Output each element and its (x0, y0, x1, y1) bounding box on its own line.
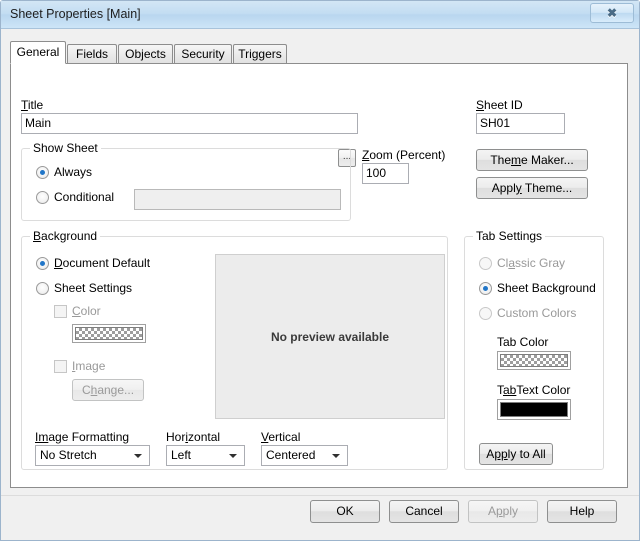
general-tab-panel: Title Main ... Show Sheet Always Conditi… (10, 63, 628, 488)
radio-sheet-background-label: Sheet Background (497, 281, 596, 295)
vertical-label: Vertical (261, 430, 301, 444)
chevron-down-icon (134, 453, 142, 458)
background-color-swatch[interactable] (72, 324, 146, 343)
sheet-id-input[interactable]: SH01 (476, 113, 565, 134)
vertical-value: Centered (266, 448, 316, 462)
chevron-down-icon (332, 453, 340, 458)
apply-button[interactable]: Apply (468, 500, 538, 523)
tab-strip: General Fields Objects Security Triggers (10, 41, 628, 64)
checkbox-indicator-icon (54, 305, 67, 318)
horizontal-value: Left (171, 448, 192, 462)
title-field-label: Title (21, 98, 44, 112)
close-icon: ✖ (606, 6, 618, 20)
change-image-button[interactable]: Change... (72, 379, 144, 401)
tab-triggers[interactable]: Triggers (233, 44, 287, 63)
title-bar: Sheet Properties [Main] ✖ (1, 1, 639, 29)
image-formatting-value: No Stretch (40, 448, 97, 462)
preview-placeholder-text: No preview available (270, 329, 390, 344)
tab-color-label: Tab Color (497, 335, 549, 349)
checkbox-indicator-icon (54, 360, 67, 373)
radio-indicator-icon (479, 307, 492, 320)
tab-security[interactable]: Security (174, 44, 232, 63)
transparent-checker-icon (75, 327, 143, 340)
help-button[interactable]: Help (547, 500, 617, 523)
radio-show-always-label: Always (54, 165, 93, 179)
background-group-label: Background (30, 229, 101, 243)
radio-sheet-settings-label: Sheet Settings (54, 281, 133, 295)
cancel-button[interactable]: Cancel (389, 500, 459, 523)
tab-text-color-label: TabText Color (497, 383, 571, 397)
radio-indicator-icon (36, 282, 49, 295)
chevron-down-icon (229, 453, 237, 458)
radio-indicator-icon (479, 282, 492, 295)
radio-classic-gray-label: Classic Gray (497, 256, 566, 270)
transparent-checker-icon (500, 354, 568, 367)
image-formatting-select[interactable]: No Stretch (35, 445, 150, 466)
show-sheet-group-label: Show Sheet (30, 141, 101, 155)
apply-theme-button[interactable]: Apply Theme... (476, 177, 588, 199)
radio-indicator-icon (36, 257, 49, 270)
tab-settings-group: Tab Settings Classic Gray Sheet Backgrou… (464, 229, 604, 470)
radio-custom-colors-label: Custom Colors (497, 306, 577, 320)
conditional-expression-input[interactable] (134, 189, 341, 210)
tab-color-swatch[interactable] (497, 351, 571, 370)
footer-separator (1, 495, 639, 496)
title-input[interactable]: Main (21, 113, 358, 134)
zoom-percent-input[interactable]: 100 (362, 163, 409, 184)
tab-general[interactable]: General (10, 41, 66, 64)
tab-settings-group-label: Tab Settings (473, 229, 546, 243)
apply-to-all-button[interactable]: Apply to All (479, 443, 553, 465)
radio-indicator-icon (36, 191, 49, 204)
radio-indicator-icon (479, 257, 492, 270)
sheet-id-label: Sheet ID (476, 98, 523, 112)
checkbox-background-image-label: Image (72, 359, 106, 373)
theme-maker-button[interactable]: Theme Maker... (476, 149, 588, 171)
show-sheet-group: Show Sheet Always Conditional (21, 141, 351, 221)
radio-indicator-icon (36, 166, 49, 179)
sheet-properties-dialog: Sheet Properties [Main] ✖ General Fields… (0, 0, 640, 541)
zoom-percent-label: Zoom (Percent) (362, 148, 446, 162)
horizontal-select[interactable]: Left (166, 445, 245, 466)
window-title: Sheet Properties [Main] (10, 7, 141, 21)
tab-text-color-swatch[interactable] (497, 399, 571, 420)
vertical-select[interactable]: Centered (261, 445, 348, 466)
image-formatting-label: Image Formatting (35, 430, 130, 444)
ok-button[interactable]: OK (310, 500, 380, 523)
radio-show-conditional-label: Conditional (54, 190, 115, 204)
horizontal-label: Horizontal (166, 430, 221, 444)
dialog-client-area: General Fields Objects Security Triggers… (1, 29, 639, 540)
tab-fields[interactable]: Fields (67, 44, 117, 63)
black-swatch-icon (500, 402, 568, 417)
background-preview-panel: No preview available (215, 254, 445, 419)
tab-objects[interactable]: Objects (118, 44, 173, 63)
close-button[interactable]: ✖ (590, 3, 634, 23)
background-group: Background Document Default Sheet Settin… (21, 229, 448, 470)
checkbox-background-color-label: Color (72, 304, 101, 318)
radio-document-default-label: Document Default (54, 256, 151, 270)
